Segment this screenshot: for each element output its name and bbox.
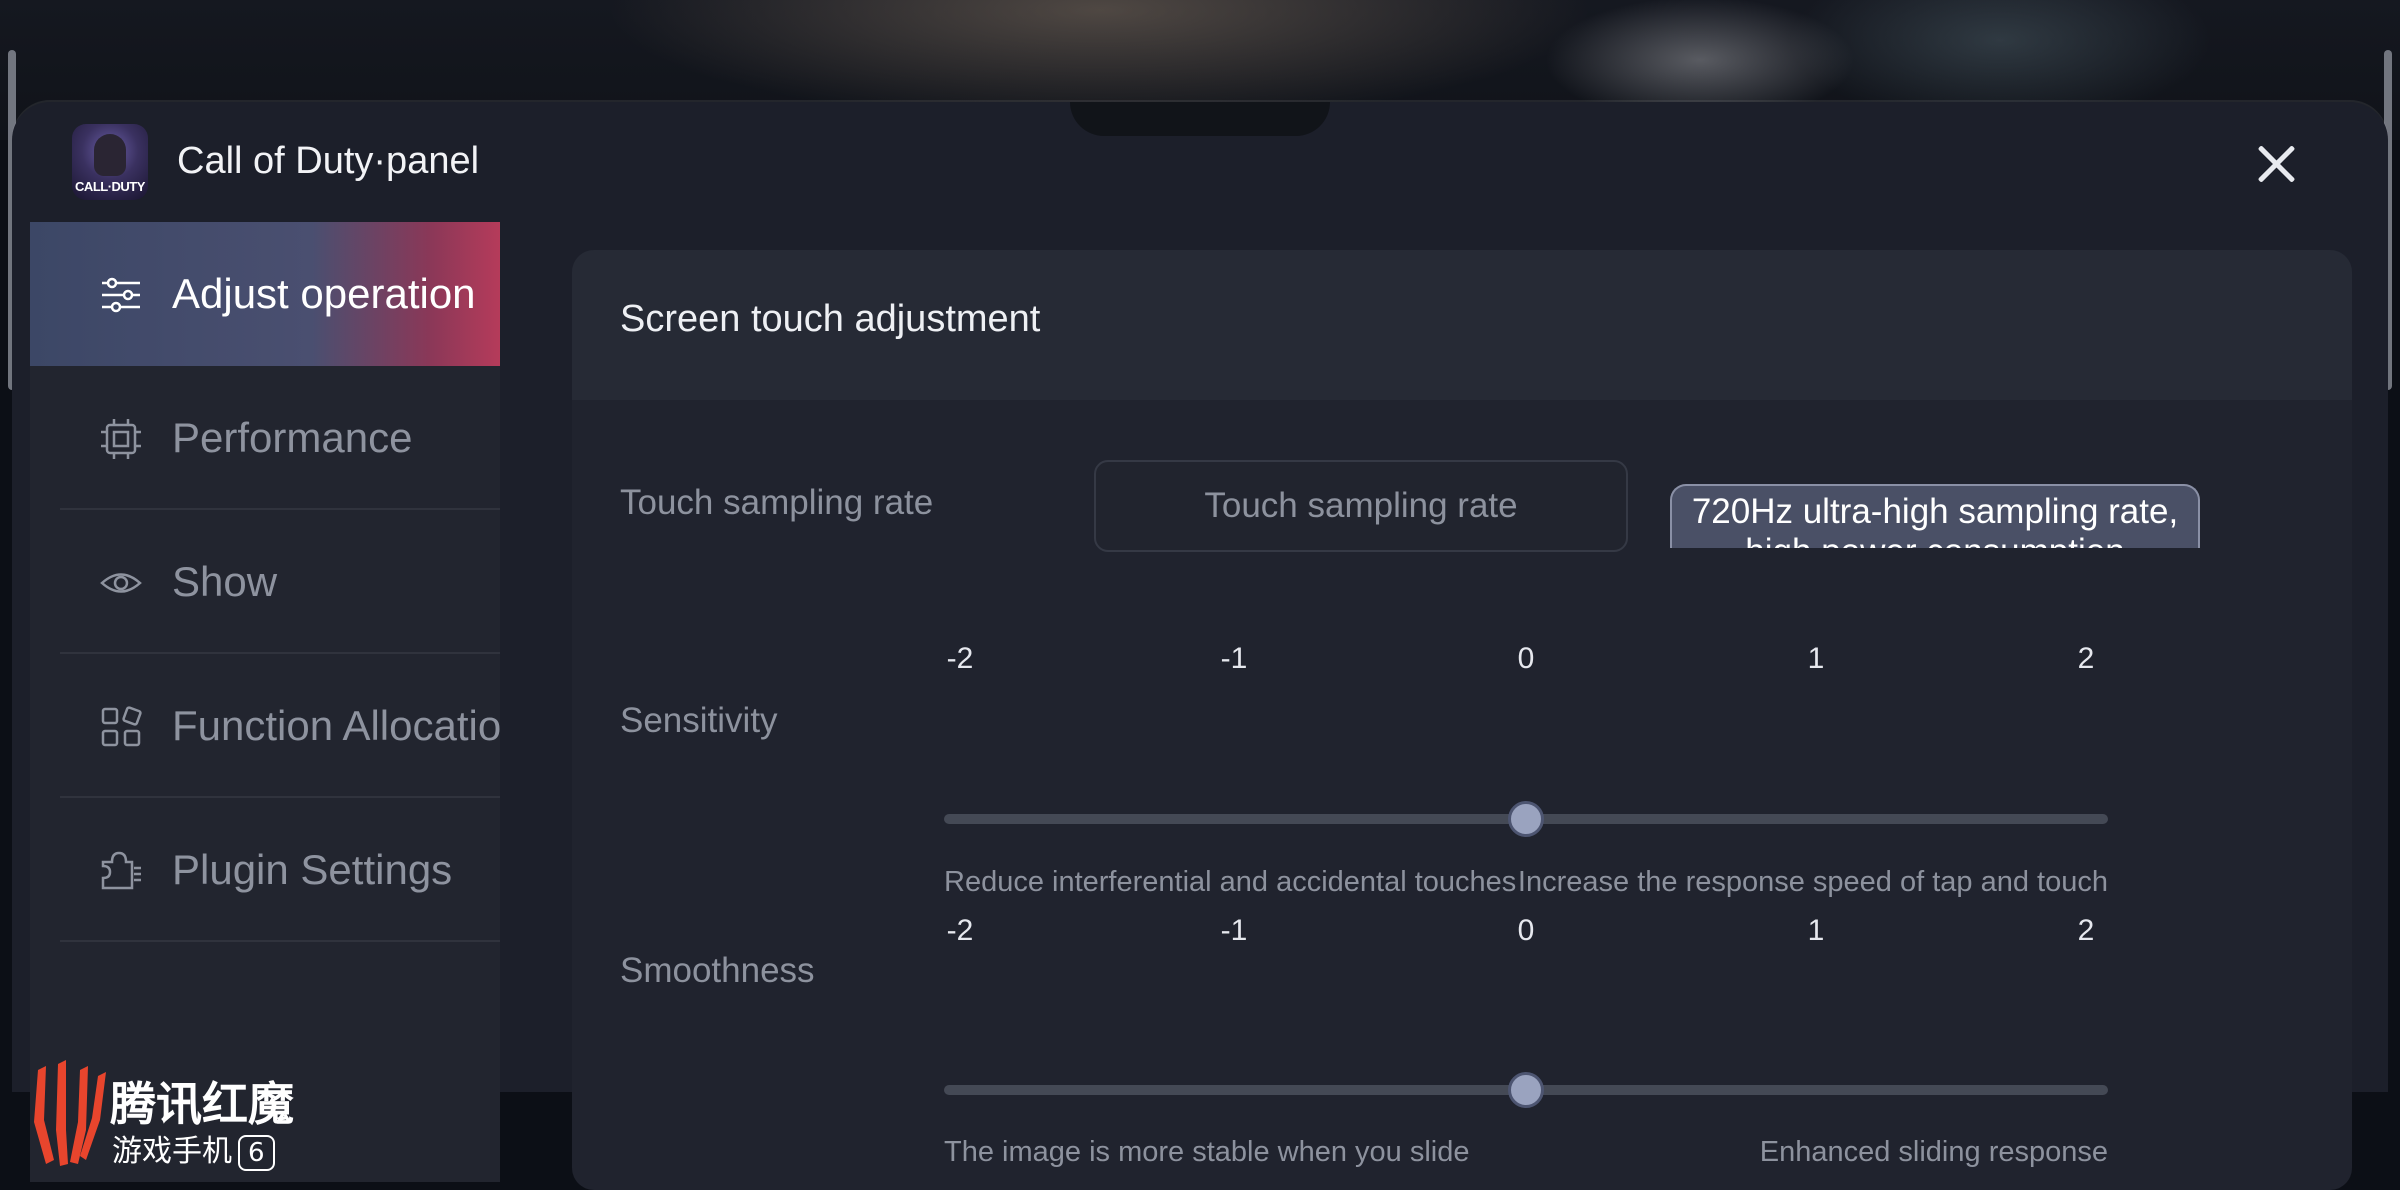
brand-name: 腾讯红魔 xyxy=(110,1077,294,1131)
app-icon-text: CALL·DUTY xyxy=(75,179,145,194)
sidebar-item-adjust-operation[interactable]: Adjust operation xyxy=(30,222,500,366)
touch-sampling-720hz-option[interactable]: 720Hz ultra-high sampling rate, high pow… xyxy=(1670,484,2200,548)
brand-badge: 6 xyxy=(238,1135,275,1171)
eye-icon xyxy=(100,573,142,593)
sliders-icon xyxy=(102,277,140,313)
close-icon[interactable] xyxy=(2248,136,2304,192)
sidebar-item-label: Show xyxy=(172,558,278,605)
sensitivity-hint-left: Reduce interferential and accidental tou… xyxy=(944,866,1517,898)
grid-icon xyxy=(101,706,142,747)
chip-icon xyxy=(101,419,141,459)
smoothness-tick: -1 xyxy=(1220,914,1248,947)
card-header: Screen touch adjustment xyxy=(572,250,2352,400)
settings-card: Screen touch adjustment Touch sampling r… xyxy=(572,250,2352,1190)
panel-title: Call of Duty·panel xyxy=(177,140,480,182)
smoothness-hint-right: Enhanced sliding response xyxy=(1759,1136,2108,1168)
section-title: Screen touch adjustment xyxy=(620,298,1041,340)
brand-logo: 腾讯红魔 游戏手机 6 xyxy=(30,1060,500,1182)
sensitivity-slider-thumb[interactable] xyxy=(1508,801,1544,837)
sensitivity-label: Sensitivity xyxy=(620,701,778,740)
sidebar-item-show[interactable]: Show xyxy=(30,510,500,654)
brand-subtitle: 游戏手机 6 xyxy=(112,1126,275,1171)
smoothness-tick: 1 xyxy=(1807,914,1825,947)
touch-sampling-label: Touch sampling rate xyxy=(620,483,934,522)
sensitivity-hint-right: Increase the response speed of tap and t… xyxy=(1517,866,2108,898)
touch-sampling-default-option[interactable]: Touch sampling rate xyxy=(1094,460,1628,552)
game-panel: CALL·DUTY Call of Duty·panel Adjust oper… xyxy=(12,102,2388,1190)
smoothness-slider-thumb[interactable] xyxy=(1508,1072,1544,1108)
sidebar-item-label: Plugin Settings xyxy=(172,846,453,893)
sensitivity-tick: -2 xyxy=(946,642,974,675)
sidebar-item-label: Function Allocatio xyxy=(172,702,500,749)
smoothness-label: Smoothness xyxy=(620,951,815,990)
sidebar: Adjust operation Performance Show Functi… xyxy=(30,222,500,1182)
sensitivity-tick: 0 xyxy=(1517,642,1535,675)
app-icon: CALL·DUTY xyxy=(72,124,148,200)
smoothness-tick: 2 xyxy=(2077,914,2095,947)
sensitivity-tick: -1 xyxy=(1220,642,1248,675)
smoothness-tick: -2 xyxy=(946,914,974,947)
sidebar-item-plugin-settings[interactable]: Plugin Settings xyxy=(30,798,500,942)
sidebar-item-label: Performance xyxy=(172,414,413,461)
panel-notch xyxy=(1070,102,1330,136)
smoothness-tick: 0 xyxy=(1517,914,1535,947)
sensitivity-tick: 2 xyxy=(2077,642,2095,675)
sidebar-item-label: Adjust operation xyxy=(172,270,476,317)
sidebar-item-performance[interactable]: Performance xyxy=(30,366,500,510)
red-magic-logo-icon xyxy=(34,1060,106,1166)
smoothness-hint-left: The image is more stable when you slide xyxy=(944,1136,1470,1168)
puzzle-icon xyxy=(101,851,141,890)
sidebar-item-function-allocation[interactable]: Function Allocatio xyxy=(30,654,500,798)
sensitivity-tick: 1 xyxy=(1807,642,1825,675)
